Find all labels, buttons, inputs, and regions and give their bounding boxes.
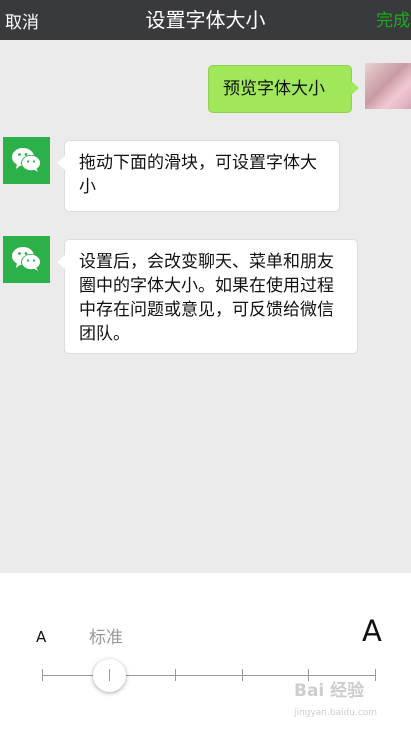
help-message-bubble: 拖动下面的滑块，可设置字体大小 xyxy=(57,140,340,212)
user-avatar xyxy=(365,63,411,109)
large-font-label: A xyxy=(362,614,382,648)
page-title: 设置字体大小 xyxy=(145,8,266,32)
self-message-bubble: 预览字体大小 xyxy=(208,65,359,113)
done-button[interactable]: 完成 xyxy=(376,6,410,31)
slider-tick[interactable] xyxy=(242,669,243,681)
wechat-avatar-icon xyxy=(3,137,50,184)
current-size-label: 标准 xyxy=(89,628,123,648)
small-font-label: A xyxy=(36,628,47,646)
info-message-bubble: 设置后，会改变聊天、菜单和朋友圈中的字体大小。如果在使用过程中存在问题或意见，可… xyxy=(57,239,358,354)
wechat-avatar-icon xyxy=(3,236,50,283)
baidu-jingyan-watermark: Bai 经验 jingyan.baidu.com xyxy=(294,681,378,718)
top-navigation-bar: 取消 设置字体大小 完成 xyxy=(0,0,411,40)
slider-tick[interactable] xyxy=(175,669,176,681)
slider-tick[interactable] xyxy=(109,669,110,681)
chat-preview-area: 预览字体大小 拖动下面的滑块，可设置字体大小 设置后，会改变聊天、菜单和朋友圈中… xyxy=(0,40,411,573)
slider-tick[interactable] xyxy=(42,669,43,681)
